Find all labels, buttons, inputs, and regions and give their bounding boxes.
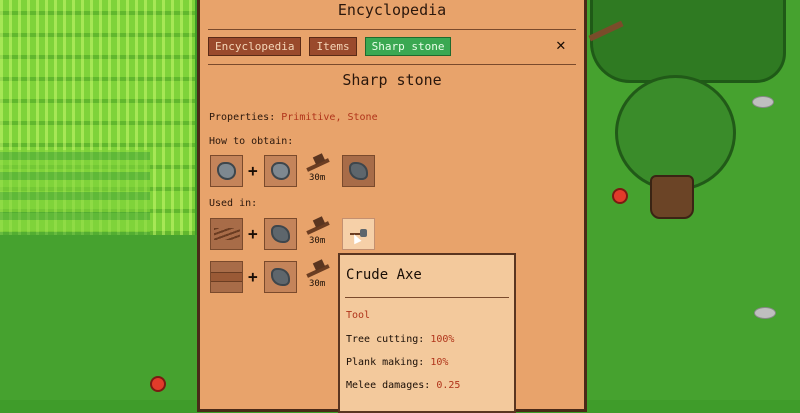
recipe-time: 30m [309, 236, 326, 246]
recipe-input-slot[interactable] [264, 155, 297, 187]
recipe-time: 30m [309, 173, 326, 183]
breadcrumb: Encyclopedia Items Sharp stone [208, 37, 452, 56]
stone-icon [271, 162, 290, 180]
flower-icon [612, 188, 628, 204]
recipe-input-slot[interactable] [210, 155, 243, 187]
tooltip-category: Tool [346, 310, 371, 321]
tooltip-stat: Tree cutting: 100% [346, 334, 454, 345]
tooltip-title: Crude Axe [346, 267, 422, 283]
stat-value: 10% [430, 357, 449, 368]
breadcrumb-sharp-stone[interactable]: Sharp stone [364, 37, 452, 56]
stat-label: Melee damages: [346, 380, 431, 391]
recipe-time: 30m [309, 279, 326, 289]
sharp-stone-icon [271, 225, 290, 243]
tall-grass-edge [0, 150, 150, 240]
properties-row: Properties: Primitive, Stone [209, 112, 378, 123]
breadcrumb-encyclopedia[interactable]: Encyclopedia [208, 37, 302, 56]
obtain-label: How to obtain: [209, 136, 294, 147]
stone-icon [217, 162, 236, 180]
tree-canopy-top [590, 0, 786, 83]
hammer-icon [306, 218, 332, 232]
flower-icon [150, 376, 166, 392]
divider [208, 64, 576, 65]
breadcrumb-items[interactable]: Items [309, 37, 357, 56]
sharp-stone-icon [349, 162, 368, 180]
tree-canopy [615, 75, 736, 191]
panel-title: Encyclopedia [337, 1, 447, 19]
properties-label: Properties: [209, 112, 276, 123]
stat-label: Plank making: [346, 357, 425, 368]
tooltip-stat: Plank making: 10% [346, 357, 448, 368]
properties-value: Primitive, Stone [281, 112, 378, 123]
plank-icon [211, 272, 242, 282]
recipe-input-slot[interactable] [264, 218, 297, 250]
sticks-icon [213, 228, 240, 240]
recipe-output-slot[interactable] [342, 155, 375, 187]
divider [345, 297, 509, 298]
item-tooltip: Crude Axe Tool Tree cutting: 100% Plank … [338, 253, 516, 413]
close-icon[interactable]: ✕ [556, 35, 566, 54]
plus-icon: + [248, 267, 258, 286]
stat-value: 0.25 [436, 380, 461, 391]
tree-trunk [650, 175, 694, 219]
item-name: Sharp stone [342, 71, 442, 89]
stat-value: 100% [430, 334, 455, 345]
divider [208, 29, 576, 30]
hammer-icon [306, 261, 332, 275]
recipe-input-slot[interactable] [210, 261, 243, 293]
stat-label: Tree cutting: [346, 334, 425, 345]
rock-icon [752, 96, 774, 108]
hammer-icon [306, 155, 332, 169]
plus-icon: + [248, 224, 258, 243]
sharp-stone-icon [271, 268, 290, 286]
recipe-input-slot[interactable] [264, 261, 297, 293]
grass-left [0, 235, 200, 400]
tooltip-stat: Melee damages: 0.25 [346, 380, 460, 391]
recipe-input-slot[interactable] [210, 218, 243, 250]
used-in-label: Used in: [209, 198, 258, 209]
rock-icon [754, 307, 776, 319]
plus-icon: + [248, 161, 258, 180]
